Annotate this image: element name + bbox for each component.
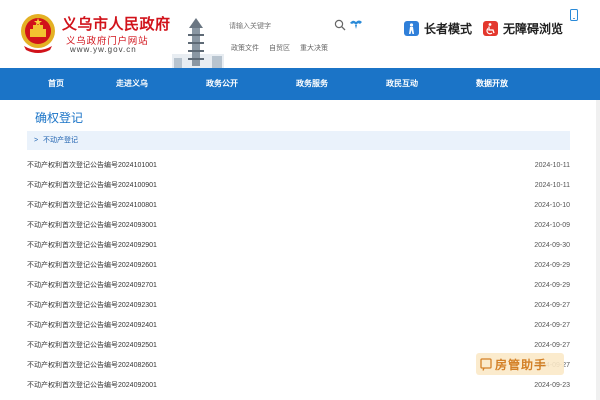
list-item-date: 2024-09-30 xyxy=(534,242,570,249)
list-item[interactable]: 不动产权利首次登记公告编号2024092701 2024-09-29 xyxy=(27,276,570,296)
hot-link-ftz[interactable]: 自贸区 xyxy=(269,43,290,53)
list-item[interactable]: 不动产权利首次登记公告编号2024092001 2024-09-23 xyxy=(27,376,570,396)
nav-interaction[interactable]: 政民互动 xyxy=(367,68,437,100)
list-item-title[interactable]: 不动产权利首次登记公告编号2024100801 xyxy=(27,196,157,216)
mobile-phone-icon[interactable] xyxy=(570,9,578,21)
list-item-title[interactable]: 不动产权利首次登记公告编号2024092901 xyxy=(27,236,157,256)
hot-link-policy[interactable]: 政策文件 xyxy=(231,43,259,53)
national-emblem-icon[interactable] xyxy=(18,12,58,54)
list-item-title[interactable]: 不动产权利首次登记公告编号2024092601 xyxy=(27,256,157,276)
list-item[interactable]: 不动产权利首次登记公告编号2024092401 2024-09-27 xyxy=(27,316,570,336)
site-url: www.yw.gov.cn xyxy=(70,45,137,54)
list-item-title[interactable]: 不动产权利首次登记公告编号2024092401 xyxy=(27,316,157,336)
hot-links: 政策文件 自贸区 重大决策 xyxy=(231,43,328,53)
list-item[interactable]: 不动产权利首次登记公告编号2024093001 2024-10-09 xyxy=(27,216,570,236)
list-item-title[interactable]: 不动产权利首次登记公告编号2024100901 xyxy=(27,176,157,196)
nav-about-yiwu[interactable]: 走进义乌 xyxy=(97,68,167,100)
list-item-date: 2024-10-11 xyxy=(534,162,570,169)
main-nav: 首页 走进义乌 政务公开 政务服务 政民互动 数据开放 xyxy=(0,68,600,100)
breadcrumb: > 不动产登记 xyxy=(27,131,570,150)
list-item-date: 2024-10-11 xyxy=(534,182,570,189)
list-item-date: 2024-09-29 xyxy=(534,282,570,289)
list-item[interactable]: 不动产权利首次登记公告编号2024100801 2024-10-10 xyxy=(27,196,570,216)
list-item-date: 2024-09-29 xyxy=(534,262,570,269)
list-item[interactable]: 不动产权利首次登记公告编号2024100901 2024-10-11 xyxy=(27,176,570,196)
site-title[interactable]: 义乌市人民政府 xyxy=(62,13,171,34)
elder-mode-icon xyxy=(404,20,419,36)
list-item[interactable]: 不动产权利首次登记公告编号2024092301 2024-09-27 xyxy=(27,296,570,316)
housing-assistant-badge[interactable]: 房管助手 xyxy=(476,353,564,375)
elder-mode-button[interactable]: 长者模式 xyxy=(404,19,472,37)
list-item-date: 2024-09-27 xyxy=(534,302,570,309)
list-item-title[interactable]: 不动产权利首次登记公告编号2024092501 xyxy=(27,336,157,356)
nav-home[interactable]: 首页 xyxy=(30,68,82,100)
list-item-date: 2024-10-10 xyxy=(534,202,570,209)
list-item[interactable]: 不动产权利首次登记公告编号2024092601 2024-09-29 xyxy=(27,256,570,276)
accessible-browse-button[interactable]: 无障碍浏览 xyxy=(483,19,563,37)
voice-assistant-icon[interactable] xyxy=(349,18,363,30)
elder-mode-label: 长者模式 xyxy=(424,21,473,36)
accessible-browse-label: 无障碍浏览 xyxy=(503,21,564,36)
nav-gov-services[interactable]: 政务服务 xyxy=(277,68,347,100)
accessibility-icon xyxy=(483,20,498,36)
site-header: 义乌市人民政府 义乌政府门户网站 www.yw.gov.cn 政策文件 自贸区 … xyxy=(0,0,600,68)
search-icon[interactable] xyxy=(334,19,346,31)
list-item-title[interactable]: 不动产权利首次登记公告编号2024082601 xyxy=(27,356,157,376)
pagoda-skyline-image xyxy=(172,18,224,68)
list-item[interactable]: 不动产权利首次登记公告编号2024092901 2024-09-30 xyxy=(27,236,570,256)
chevron-right-icon: > xyxy=(34,137,39,144)
chat-bubble-icon xyxy=(480,358,492,371)
nav-gov-info[interactable]: 政务公开 xyxy=(187,68,257,100)
list-item-date: 2024-09-27 xyxy=(534,322,570,329)
list-item-title[interactable]: 不动产权利首次登记公告编号2024093001 xyxy=(27,216,157,236)
page-scrollbar[interactable] xyxy=(596,100,600,400)
list-item[interactable]: 不动产权利首次登记公告编号2024101001 2024-10-11 xyxy=(27,156,570,176)
breadcrumb-item[interactable]: 不动产登记 xyxy=(43,137,78,144)
badge-label: 房管助手 xyxy=(495,357,548,372)
search-input[interactable] xyxy=(229,19,329,33)
list-item-date: 2024-09-23 xyxy=(534,382,570,389)
hot-link-decisions[interactable]: 重大决策 xyxy=(300,43,328,53)
nav-open-data[interactable]: 数据开放 xyxy=(457,68,527,100)
list-item-title[interactable]: 不动产权利首次登记公告编号2024092301 xyxy=(27,296,157,316)
list-item-title[interactable]: 不动产权利首次登记公告编号2024092001 xyxy=(27,376,157,396)
list-item-title[interactable]: 不动产权利首次登记公告编号2024092701 xyxy=(27,276,157,296)
page-title: 确权登记 xyxy=(35,111,84,125)
list-item-title[interactable]: 不动产权利首次登记公告编号2024101001 xyxy=(27,156,157,176)
list-item-date: 2024-10-09 xyxy=(534,222,570,229)
